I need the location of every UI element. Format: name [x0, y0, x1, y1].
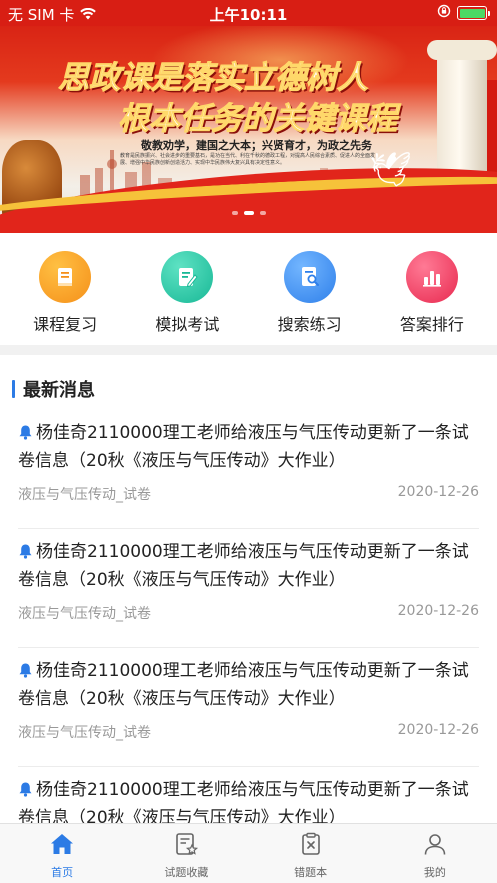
carousel-dot[interactable]: [231, 211, 238, 215]
wrong-questions-icon: [298, 832, 324, 860]
bell-icon: [18, 779, 33, 805]
news-section-title: 最新消息: [23, 380, 95, 401]
tab-favorites[interactable]: 试题收藏: [124, 824, 248, 883]
book-icon: [39, 251, 92, 303]
tab-bar: 首页 试题收藏 错题本 我的: [0, 823, 497, 883]
tab-profile-label: 我的: [423, 866, 446, 879]
nav-course-review[interactable]: 课程复习: [10, 233, 120, 345]
edit-document-icon: [161, 251, 214, 303]
bar-chart-icon: [405, 251, 458, 303]
tab-profile[interactable]: 我的: [373, 824, 497, 883]
nav-search-practice[interactable]: 搜索练习: [255, 233, 365, 345]
news-meta: 液压与气压传动_试卷 2020-12-26: [18, 722, 479, 742]
news-list: 杨佳奇2110000理工老师给液压与气压传动更新了一条试卷信息（20秋《液压与气…: [0, 410, 497, 883]
profile-icon: [422, 832, 448, 860]
news-item[interactable]: 杨佳奇2110000理工老师给液压与气压传动更新了一条试卷信息（20秋《液压与气…: [18, 410, 479, 529]
section-divider: [0, 345, 497, 355]
tab-wrong-questions-label: 错题本: [294, 866, 328, 879]
carousel-indicators: [0, 211, 497, 215]
banner-carousel[interactable]: 🕊 思政课是落实立德树人 根本任务的关键课程 敬教劝学，建国之大本；兴贤育才，为…: [0, 0, 497, 233]
nav-mock-exam-label: 模拟考试: [155, 315, 220, 334]
quick-nav: 课程复习 模拟考试 搜索练习 答案排行: [0, 233, 497, 345]
news-section-header: 最新消息: [12, 376, 95, 402]
battery-icon: [457, 6, 490, 20]
status-bar: 无 SIM 卡 上午10:11: [0, 0, 497, 26]
news-category: 液压与气压传动_试卷: [18, 487, 151, 503]
nav-course-review-label: 课程复习: [33, 315, 98, 334]
news-date: 2020-12-26: [397, 484, 479, 500]
banner-headline-2: 根本任务的关键课程: [118, 101, 398, 138]
news-meta: 液压与气压传动_试卷 2020-12-26: [18, 603, 479, 623]
tab-wrong-questions[interactable]: 错题本: [249, 824, 373, 883]
dove-icon: 🕊: [368, 150, 412, 190]
bell-icon: [18, 660, 33, 686]
bell-icon: [18, 422, 33, 448]
news-text: 杨佳奇2110000理工老师给液压与气压传动更新了一条试卷信息（20秋《液压与气…: [18, 539, 483, 593]
banner-fine-print: 教育是民族振兴、社会进步的重要基石，是功在当代、利在千秋的德政工程，对提高人民综…: [120, 153, 376, 166]
news-date: 2020-12-26: [397, 603, 479, 619]
carousel-dot[interactable]: [243, 211, 254, 215]
carousel-dot[interactable]: [259, 211, 266, 215]
tab-favorites-label: 试题收藏: [164, 866, 209, 879]
news-category: 液压与气压传动_试卷: [18, 725, 151, 741]
nav-answer-ranking[interactable]: 答案排行: [377, 233, 487, 345]
bell-icon: [18, 541, 33, 567]
tab-home[interactable]: 首页: [0, 824, 124, 883]
favorites-icon: [173, 832, 199, 860]
news-meta: 液压与气压传动_试卷 2020-12-26: [18, 484, 479, 504]
news-item[interactable]: 杨佳奇2110000理工老师给液压与气压传动更新了一条试卷信息（20秋《液压与气…: [18, 648, 479, 767]
orientation-lock-icon: [437, 4, 451, 22]
search-document-icon: [283, 251, 336, 303]
news-text-body: 杨佳奇2110000理工老师给液压与气压传动更新了一条试卷信息（20秋《液压与气…: [18, 661, 469, 709]
nav-mock-exam[interactable]: 模拟考试: [132, 233, 242, 345]
news-category: 液压与气压传动_试卷: [18, 606, 151, 622]
news-item[interactable]: 杨佳奇2110000理工老师给液压与气压传动更新了一条试卷信息（20秋《液压与气…: [18, 529, 479, 648]
news-date: 2020-12-26: [397, 722, 479, 738]
nav-search-practice-label: 搜索练习: [277, 315, 342, 334]
section-accent-bar: [12, 380, 15, 398]
news-text: 杨佳奇2110000理工老师给液压与气压传动更新了一条试卷信息（20秋《液压与气…: [18, 658, 483, 712]
banner-slogan: 敬教劝学，建国之大本；兴贤育才，为政之先务: [141, 139, 372, 152]
status-time: 上午10:11: [209, 6, 288, 24]
home-icon: [49, 832, 75, 860]
banner-headline-1: 思政课是落实立德树人: [58, 60, 369, 97]
news-text-body: 杨佳奇2110000理工老师给液压与气压传动更新了一条试卷信息（20秋《液压与气…: [18, 542, 469, 590]
news-text: 杨佳奇2110000理工老师给液压与气压传动更新了一条试卷信息（20秋《液压与气…: [18, 420, 483, 474]
tab-home-label: 首页: [51, 866, 74, 879]
status-right: [437, 4, 490, 22]
news-text-body: 杨佳奇2110000理工老师给液压与气压传动更新了一条试卷信息（20秋《液压与气…: [18, 780, 469, 828]
news-text-body: 杨佳奇2110000理工老师给液压与气压传动更新了一条试卷信息（20秋《液压与气…: [18, 423, 469, 471]
nav-answer-ranking-label: 答案排行: [399, 315, 464, 334]
